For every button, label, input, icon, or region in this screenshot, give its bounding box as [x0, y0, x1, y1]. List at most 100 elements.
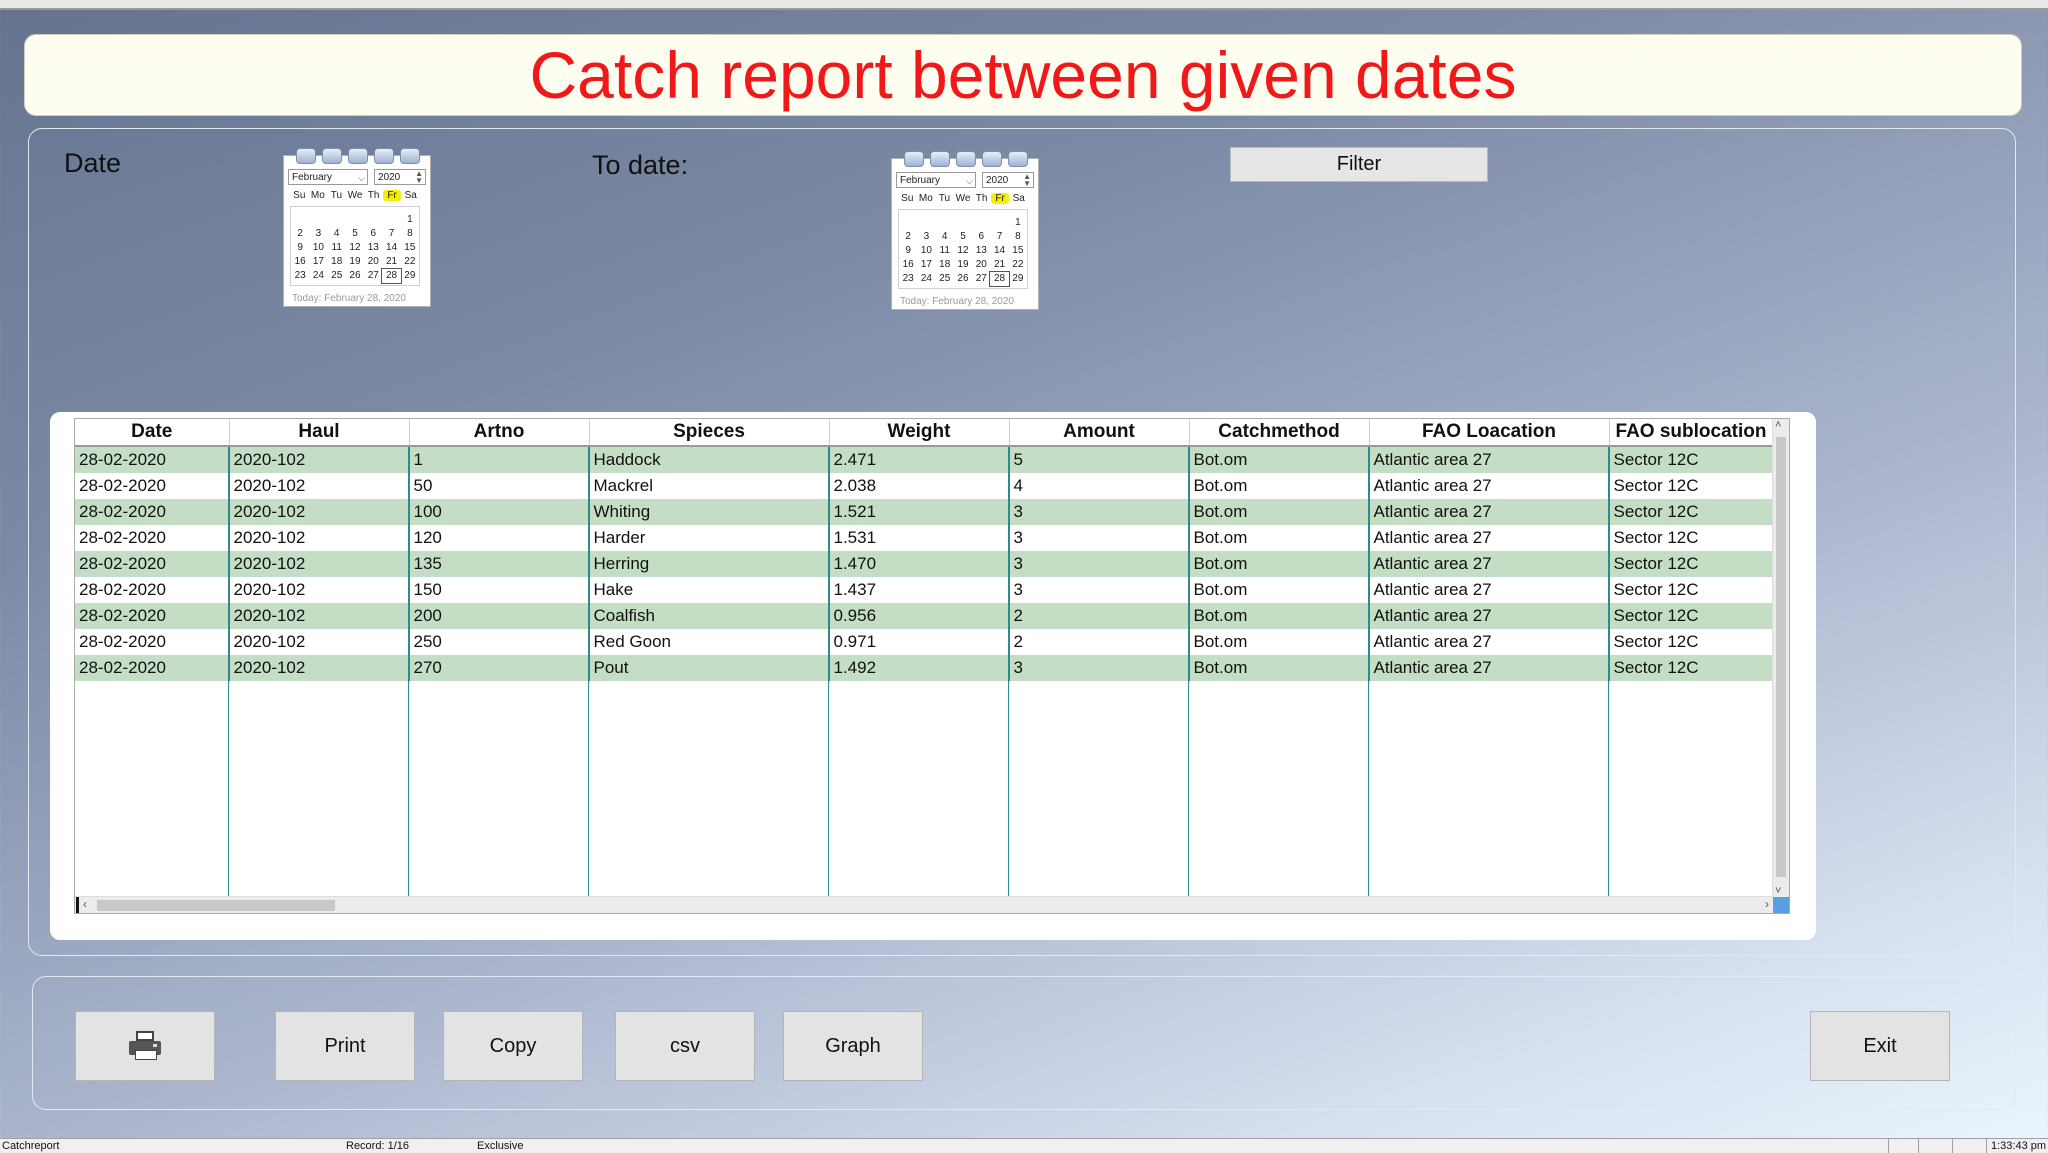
day-grid[interactable]: 1 2 3 4 5 6 7 8 9 10 11 12 13 14 15 16 17 18 19 20 21 22 23 24 2… [898, 209, 1028, 289]
table-cell[interactable]: 2020-102 [229, 603, 410, 629]
table-cell[interactable]: Atlantic area 27 [1369, 473, 1610, 499]
calendar-day[interactable]: 28 [381, 268, 402, 284]
calendar-day[interactable]: 10 [309, 241, 327, 255]
table-cell[interactable]: 2020-102 [229, 446, 410, 473]
calendar-day[interactable]: 26 [954, 272, 972, 286]
table-cell[interactable]: 28-02-2020 [75, 629, 230, 655]
calendar-day[interactable]: 10 [917, 244, 935, 258]
calendar-day[interactable]: 6 [364, 227, 382, 241]
calendar-day[interactable]: 1 [401, 213, 419, 227]
column-header[interactable]: Spieces [589, 419, 830, 447]
table-cell[interactable]: 2020-102 [229, 551, 410, 577]
column-header[interactable]: Date [75, 419, 230, 447]
table-cell[interactable]: 28-02-2020 [75, 655, 230, 681]
table-cell[interactable]: Atlantic area 27 [1369, 525, 1610, 551]
calendar-day[interactable]: 14 [382, 241, 400, 255]
table-cell[interactable]: 2020-102 [229, 525, 410, 551]
table-cell[interactable]: Sector 12C [1609, 603, 1774, 629]
year-spinner[interactable]: 2020 ▲ ▼ [982, 172, 1034, 188]
table-row[interactable]: 28-02-2020 2020-102 100 Whiting 1.521 3 Bot.om… [75, 499, 1774, 525]
table-cell[interactable]: Atlantic area 27 [1369, 551, 1610, 577]
table-cell[interactable]: Bot.om [1189, 603, 1370, 629]
calendar-day[interactable]: 4 [936, 230, 954, 244]
calendar-day[interactable]: 26 [346, 269, 364, 283]
table-cell[interactable]: 2020-102 [229, 655, 410, 681]
calendar-day[interactable]: 18 [936, 258, 954, 272]
column-header[interactable]: FAO sublocation [1609, 419, 1774, 447]
table-row[interactable]: 28-02-2020 2020-102 120 Harder 1.531 3 Bot.om A… [75, 525, 1774, 551]
vertical-scrollbar[interactable]: ˄ ˅ [1772, 419, 1789, 897]
calendar-day[interactable]: 14 [990, 244, 1008, 258]
calendar-day[interactable]: 15 [1009, 244, 1027, 258]
calendar-day[interactable]: 2 [291, 227, 309, 241]
table-cell[interactable]: 28-02-2020 [75, 473, 230, 499]
table-cell[interactable]: Whiting [589, 499, 830, 525]
table-row[interactable]: 28-02-2020 2020-102 135 Herring 1.470 3 Bot.om… [75, 551, 1774, 577]
table-cell[interactable]: Atlantic area 27 [1369, 577, 1610, 603]
table-cell[interactable]: 28-02-2020 [75, 577, 230, 603]
calendar-day[interactable]: 1 [1009, 216, 1027, 230]
table-cell[interactable]: 0.971 [829, 629, 1010, 655]
calendar-day[interactable]: 18 [328, 255, 346, 269]
table-cell[interactable]: 0.956 [829, 603, 1010, 629]
table-cell[interactable]: Bot.om [1189, 655, 1370, 681]
calendar-day[interactable]: 7 [990, 230, 1008, 244]
calendar-day[interactable]: 6 [972, 230, 990, 244]
table-cell[interactable]: 28-02-2020 [75, 499, 230, 525]
catch-grid[interactable]: Date Haul Artno Spieces Weight Amount Catchmet… [74, 418, 1790, 914]
calendar-day[interactable]: 3 [917, 230, 935, 244]
date-from-calendar[interactable]: February ⌵ 2020 ▲ ▼ Su Mo Tu We Th Fr Sa 12345678… [283, 148, 431, 307]
table-cell[interactable]: 28-02-2020 [75, 603, 230, 629]
scroll-right-icon[interactable]: › [1765, 897, 1769, 911]
table-cell[interactable]: 28-02-2020 [75, 525, 230, 551]
table-cell[interactable]: 250 [409, 629, 590, 655]
column-header[interactable]: Catchmethod [1189, 419, 1370, 447]
table-cell[interactable]: Atlantic area 27 [1369, 499, 1610, 525]
scroll-left-icon[interactable]: ‹ [83, 897, 87, 911]
horizontal-scroll-thumb[interactable] [97, 900, 335, 911]
table-cell[interactable]: 2020-102 [229, 577, 410, 603]
table-cell[interactable]: 100 [409, 499, 590, 525]
table-row[interactable]: 28-02-2020 2020-102 270 Pout 1.492 3 Bot.om Atl… [75, 655, 1774, 681]
table-cell[interactable]: 2020-102 [229, 629, 410, 655]
calendar-day[interactable]: 25 [328, 269, 346, 283]
table-cell[interactable]: 1 [409, 446, 590, 473]
table-cell[interactable]: 50 [409, 473, 590, 499]
table-cell[interactable]: Bot.om [1189, 629, 1370, 655]
calendar-day[interactable]: 16 [291, 255, 309, 269]
table-cell[interactable]: 2 [1009, 603, 1190, 629]
table-cell[interactable]: Sector 12C [1609, 473, 1774, 499]
calendar-day[interactable]: 11 [936, 244, 954, 258]
calendar-day[interactable]: 21 [382, 255, 400, 269]
calendar-day[interactable]: 23 [291, 269, 309, 283]
table-cell[interactable]: Atlantic area 27 [1369, 446, 1610, 473]
table-cell[interactable]: 135 [409, 551, 590, 577]
year-spinner[interactable]: 2020 ▲ ▼ [374, 169, 426, 185]
table-cell[interactable]: Atlantic area 27 [1369, 655, 1610, 681]
table-cell[interactable]: Atlantic area 27 [1369, 629, 1610, 655]
column-header[interactable]: Weight [829, 419, 1010, 447]
table-cell[interactable]: 200 [409, 603, 590, 629]
calendar-day[interactable]: 8 [401, 227, 419, 241]
print-button[interactable]: Print [275, 1011, 415, 1081]
table-cell[interactable]: Bot.om [1189, 499, 1370, 525]
table-cell[interactable]: Hake [589, 577, 830, 603]
table-cell[interactable]: 1.437 [829, 577, 1010, 603]
calendar-day[interactable]: 3 [309, 227, 327, 241]
today-label[interactable]: Today: February 28, 2020 [292, 293, 406, 304]
calendar-day[interactable]: 7 [382, 227, 400, 241]
exit-button[interactable]: Exit [1810, 1011, 1950, 1081]
table-cell[interactable]: Herring [589, 551, 830, 577]
calendar-day[interactable]: 4 [328, 227, 346, 241]
calendar-day[interactable]: 12 [346, 241, 364, 255]
printer-button[interactable] [75, 1011, 215, 1081]
calendar-day[interactable]: 17 [309, 255, 327, 269]
calendar-day[interactable]: 29 [401, 269, 419, 283]
month-select[interactable]: February ⌵ [896, 172, 976, 188]
calendar-day[interactable]: 20 [364, 255, 382, 269]
calendar-day[interactable]: 24 [309, 269, 327, 283]
table-cell[interactable]: Bot.om [1189, 577, 1370, 603]
calendar-day[interactable]: 13 [364, 241, 382, 255]
vertical-scroll-thumb[interactable] [1776, 437, 1786, 877]
table-cell[interactable]: Bot.om [1189, 525, 1370, 551]
